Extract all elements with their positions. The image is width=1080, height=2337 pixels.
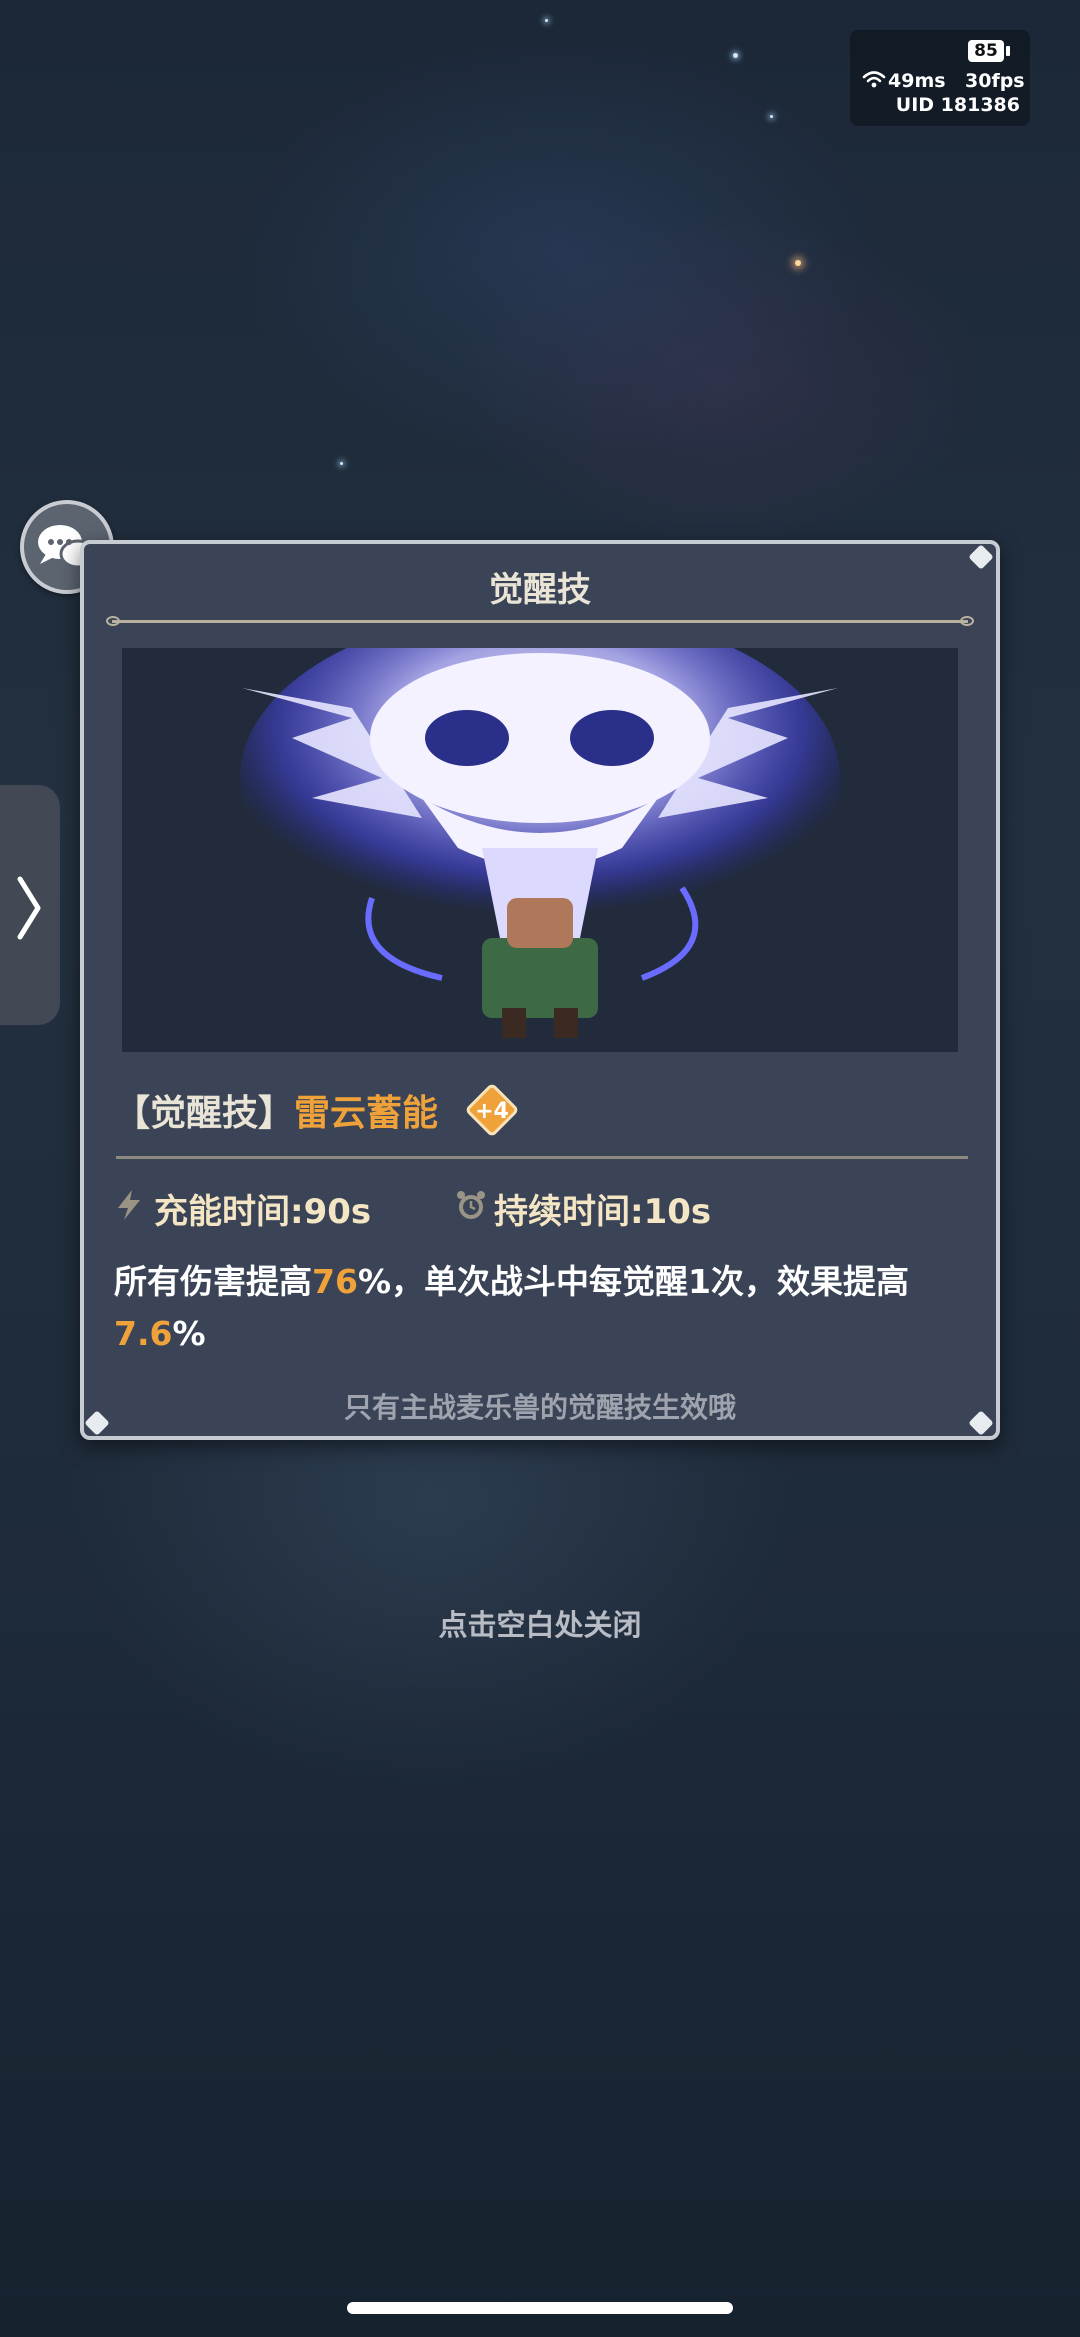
lightning-icon xyxy=(118,1190,140,1220)
desc-part-1: 所有伤害提高 xyxy=(114,1262,312,1301)
charge-time-label: 充能时间:90s xyxy=(154,1192,372,1232)
title-divider xyxy=(112,620,968,623)
skill-bracket-close: 】 xyxy=(258,1093,295,1134)
panel-title: 觉醒技 xyxy=(489,570,591,610)
skill-note: 只有主战麦乐兽的觉醒技生效哦 xyxy=(343,1391,736,1424)
level-badge-icon: +4 xyxy=(466,1084,518,1136)
skill-description: 所有伤害提高76%，单次战斗中每觉醒1次，效果提高 7.6% xyxy=(114,1256,974,1360)
duration-label: 持续时间:10s xyxy=(494,1192,712,1232)
title-divider-ornament xyxy=(960,616,974,626)
background-star xyxy=(770,115,773,118)
desc-part-3: % xyxy=(172,1314,206,1353)
awakening-skill-panel: 觉醒技 【觉醒技】雷云蓄能 +4 充能时间:90s 持续时间:10s 所有伤害提… xyxy=(80,540,1000,1440)
skill-preview-image xyxy=(122,648,958,1052)
home-indicator[interactable] xyxy=(347,2302,733,2314)
skill-bracket-open: 【 xyxy=(114,1093,151,1134)
side-drawer-tab[interactable] xyxy=(0,785,60,1025)
desc-value-2: 7.6 xyxy=(114,1314,173,1353)
background-star xyxy=(340,462,343,465)
alarm-clock-icon xyxy=(457,1191,485,1219)
desc-value-1: 76 xyxy=(312,1262,358,1301)
fps-readout: 30fps xyxy=(965,70,1025,92)
close-hint[interactable]: 点击空白处关闭 xyxy=(0,1602,1080,1644)
status-hud: 85 49ms 30fps UID 181386 xyxy=(850,30,1030,126)
ping-readout: 49ms xyxy=(888,70,946,92)
title-divider-ornament xyxy=(106,616,120,626)
skill-name-line: 【觉醒技】雷云蓄能 xyxy=(114,1084,438,1136)
battery-level: 85 xyxy=(968,40,1004,62)
background-star xyxy=(795,260,801,266)
wifi-icon xyxy=(862,71,886,88)
background-star xyxy=(733,53,738,58)
section-divider xyxy=(116,1156,968,1159)
uid-readout: UID 181386 xyxy=(895,94,1020,116)
skill-type: 觉醒技 xyxy=(150,1093,259,1134)
thunder-cloud-effect-image xyxy=(240,648,840,1038)
skill-name: 雷云蓄能 xyxy=(294,1093,439,1134)
desc-part-2: %，单次战斗中每觉醒1次，效果提高 xyxy=(357,1262,909,1301)
background-star xyxy=(545,19,548,22)
battery-icon xyxy=(1006,46,1010,56)
chevron-right-icon xyxy=(17,876,41,940)
level-badge-label: +4 xyxy=(475,1099,509,1124)
